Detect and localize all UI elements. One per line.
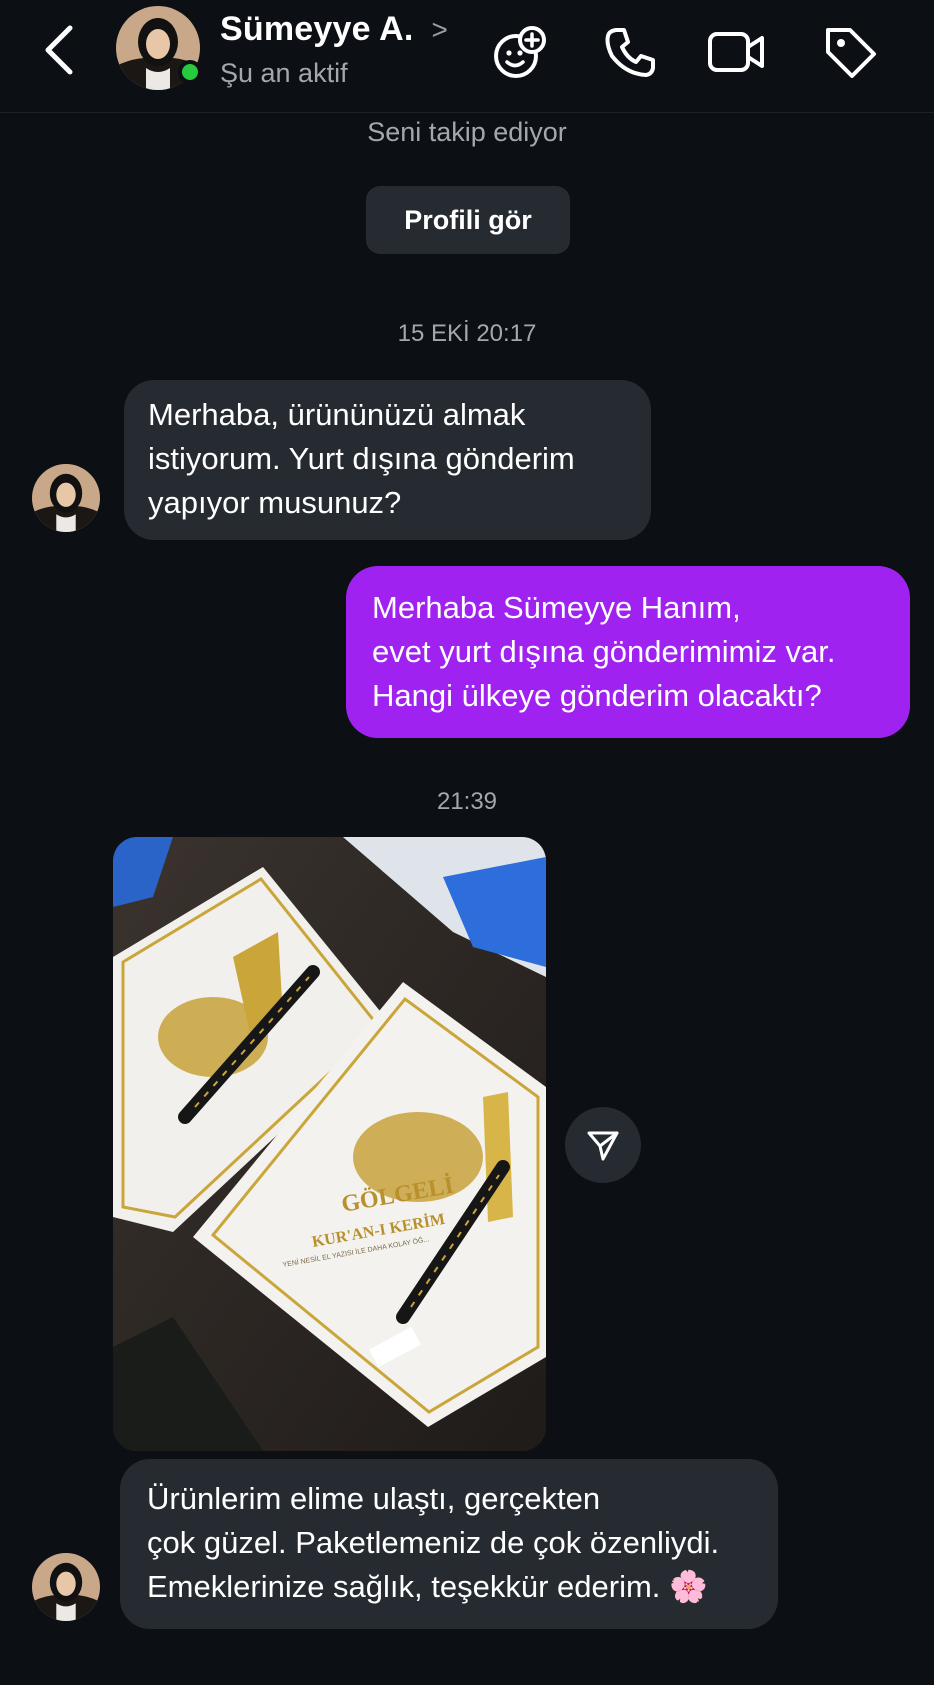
message-text: Merhaba, ürününüzü almak — [148, 397, 526, 432]
tag-button[interactable] — [820, 22, 880, 82]
contact-name-link[interactable]: Sümeyye A. > — [220, 10, 448, 49]
send-icon — [587, 1131, 619, 1161]
chat-header: Sümeyye A. > Şu an aktif — [0, 0, 934, 113]
timestamp: 15 EKİ 20:17 — [397, 320, 537, 347]
contact-name: Sümeyye A. — [220, 10, 414, 48]
shared-photo[interactable]: GÖLGELİ KUR'AN-I KERİM YENİ NESİL EL YAZ… — [113, 837, 546, 1451]
photo-image: GÖLGELİ KUR'AN-I KERİM YENİ NESİL EL YAZ… — [113, 837, 546, 1451]
video-icon — [708, 32, 764, 72]
voice-call-button[interactable] — [600, 22, 660, 82]
follow-note: Seni takip ediyor — [367, 117, 567, 147]
message-text: Ürünlerim elime ulaştı, gerçekten — [147, 1481, 601, 1516]
video-call-button[interactable] — [706, 22, 766, 82]
chevron-right-icon: > — [431, 13, 448, 45]
online-status-dot — [178, 60, 202, 84]
share-button[interactable] — [565, 1107, 641, 1183]
message-text: evet yurt dışına gönderimimiz var. — [372, 634, 836, 669]
flower-emoji: 🌸 — [669, 1569, 708, 1605]
add-person-button[interactable] — [490, 22, 550, 82]
phone-icon — [605, 28, 655, 77]
message-text: çok güzel. Paketlemeniz de çok özenliydi… — [147, 1525, 720, 1560]
contact-avatar[interactable] — [116, 6, 202, 90]
timestamp: 21:39 — [436, 788, 498, 815]
tag-icon — [826, 28, 876, 78]
message-bubble-incoming[interactable]: Ürünlerim elime ulaştı, gerçekten çok gü… — [120, 1459, 778, 1629]
contact-status: Şu an aktif — [220, 58, 348, 88]
message-text-with-emoji: Emeklerinize sağlık, teşekkür ederim. 🌸 — [147, 1565, 751, 1609]
add-person-icon — [494, 26, 546, 78]
message-bubble-outgoing[interactable]: Merhaba Sümeyye Hanım, evet yurt dışına … — [346, 566, 910, 738]
message-text: Merhaba Sümeyye Hanım, — [372, 590, 741, 625]
view-profile-button[interactable]: Profili gör — [366, 186, 570, 254]
message-text: Hangi ülkeye gönderim olacaktı? — [372, 678, 822, 713]
back-icon — [45, 25, 73, 75]
message-text: Emeklerinize sağlık, teşekkür ederim. — [147, 1569, 661, 1604]
message-bubble-incoming[interactable]: Merhaba, ürününüzü almak istiyorum. Yurt… — [124, 380, 651, 540]
message-text: yapıyor musunuz? — [148, 485, 402, 520]
message-text: istiyorum. Yurt dışına gönderim — [148, 441, 575, 476]
contact-avatar-small[interactable] — [32, 1553, 100, 1621]
contact-avatar-small[interactable] — [32, 464, 100, 532]
back-button[interactable] — [40, 22, 80, 78]
